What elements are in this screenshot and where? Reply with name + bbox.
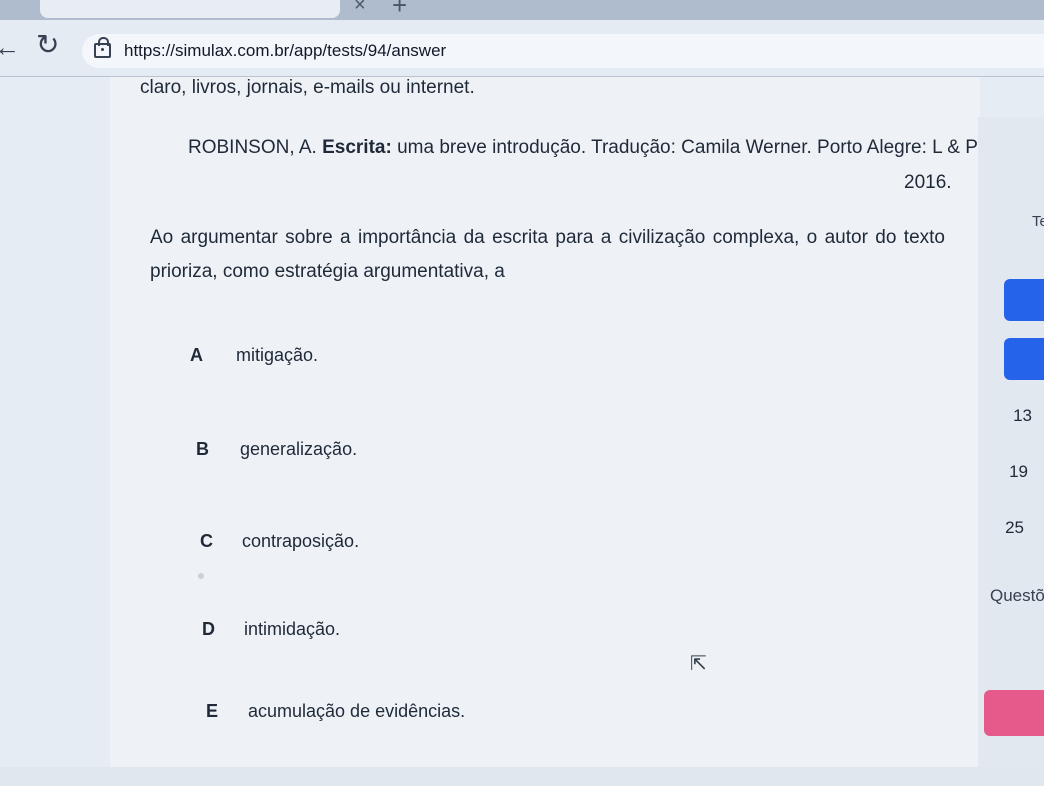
question-prompt-line-2: prioriza, como estratégia argumentativa,… xyxy=(150,261,505,282)
close-tab-icon[interactable]: × xyxy=(354,0,366,17)
question-nav-19[interactable]: 19 xyxy=(978,451,1038,493)
decorative-dot xyxy=(198,573,204,579)
option-letter: C xyxy=(200,531,213,551)
option-text: generalização. xyxy=(240,439,358,459)
question-nav-13[interactable]: 13 xyxy=(982,395,1042,437)
new-tab-icon[interactable]: + xyxy=(392,0,407,21)
back-arrow-icon[interactable]: ← xyxy=(0,32,20,63)
question-prompt-line-1: Ao argumentar sobre a importância da esc… xyxy=(150,227,945,248)
address-bar[interactable]: https://simulax.com.br/app/tests/94/answ… xyxy=(82,34,1044,68)
option-letter: A xyxy=(190,345,203,365)
citation-rest: uma breve introdução. Tradução: Camila W… xyxy=(391,137,1000,158)
url-text[interactable]: https://simulax.com.br/app/tests/94/answ… xyxy=(124,41,446,61)
citation-title: Escrita: xyxy=(322,137,392,158)
citation-author: ROBINSON, A. xyxy=(188,137,323,158)
option-letter: E xyxy=(206,701,219,721)
page: claro, livros, jornais, e-mails ou inter… xyxy=(0,77,1044,786)
question-nav-7[interactable]: 7 xyxy=(1004,338,1044,380)
question-card xyxy=(110,77,980,786)
bottom-strip xyxy=(0,767,1044,786)
tab-strip: × + xyxy=(0,0,1044,20)
question-nav-25[interactable]: 25 xyxy=(974,507,1034,549)
option-text: contraposição. xyxy=(242,531,360,551)
browser-toolbar: ← ↻ https://simulax.com.br/app/tests/94/… xyxy=(0,20,1044,77)
reload-icon[interactable]: ↻ xyxy=(36,30,66,60)
option-text: mitigação. xyxy=(236,345,319,365)
option-text: acumulação de evidências. xyxy=(248,701,466,721)
citation-year: 2016. xyxy=(904,172,952,193)
mouse-cursor-icon: ⇱ xyxy=(690,653,707,675)
option-letter: B xyxy=(196,439,209,459)
option-letter: D xyxy=(202,619,215,639)
screen: × + ← ↻ https://simulax.com.br/app/tests… xyxy=(0,0,1044,786)
navigator-title: Te xyxy=(1032,213,1044,230)
finish-button[interactable] xyxy=(984,690,1044,736)
question-nav-1[interactable]: 1 xyxy=(1004,279,1044,321)
citation: ROBINSON, A. Escrita: uma breve introduç… xyxy=(188,137,999,159)
active-tab[interactable] xyxy=(40,0,340,18)
lock-icon[interactable] xyxy=(94,37,111,58)
text-fragment: claro, livros, jornais, e-mails ou inter… xyxy=(140,77,475,98)
questions-label: Questõ xyxy=(990,586,1044,605)
option-text: intimidação. xyxy=(244,619,341,639)
